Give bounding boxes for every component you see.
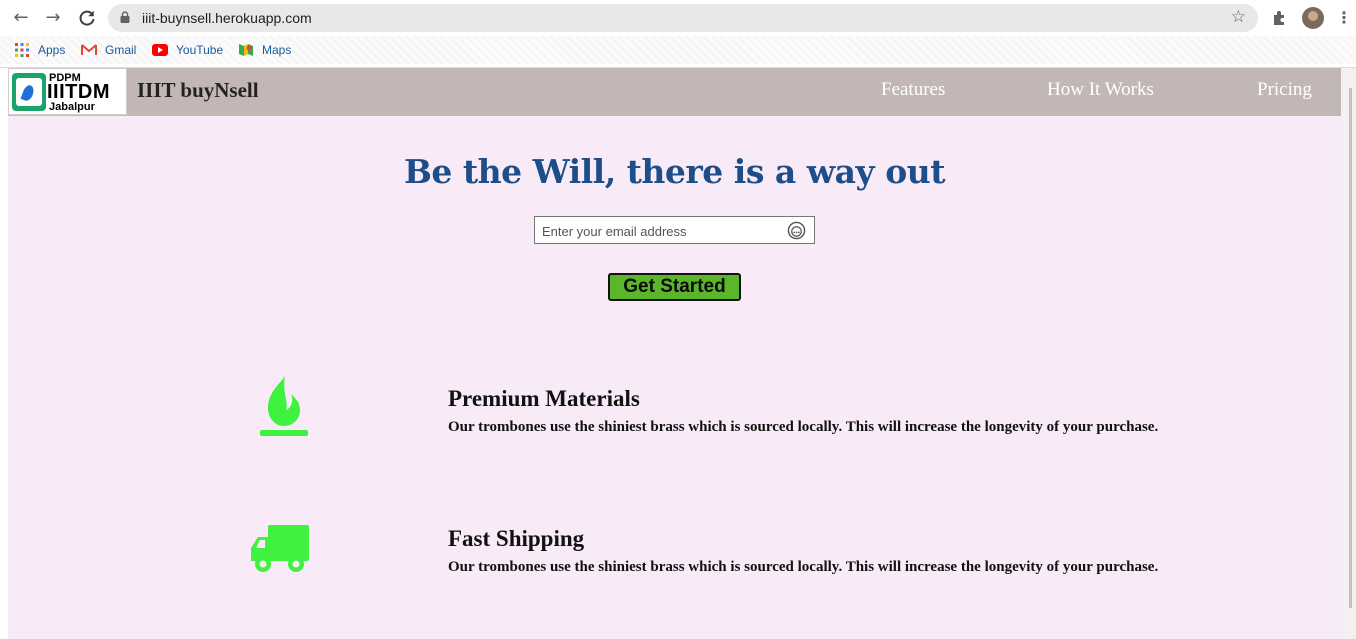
get-started-button[interactable]: Get Started <box>608 273 741 301</box>
bookmark-star-icon[interactable]: ☆ <box>1231 7 1246 27</box>
feature-desc: Our trombones use the shiniest brass whi… <box>448 559 1159 575</box>
apps-grid-icon <box>15 43 29 57</box>
truck-icon <box>251 525 309 572</box>
autofill-icon[interactable] <box>787 221 806 240</box>
scrollbar-thumb[interactable] <box>1349 88 1352 608</box>
bookmarks-bar: Apps Gmail YouTube Maps <box>0 36 1356 64</box>
page-viewport: PDPM IIITDM Jabalpur IIIT buyNsell Featu… <box>8 68 1341 639</box>
bookmark-youtube[interactable]: YouTube <box>152 41 223 59</box>
back-arrow-icon[interactable]: ← <box>10 7 32 29</box>
address-bar[interactable]: iiit-buynsell.herokuapp.com ☆ <box>108 4 1258 32</box>
feature-desc: Our trombones use the shiniest brass whi… <box>448 419 1159 435</box>
email-input[interactable] <box>540 218 784 244</box>
gmail-icon <box>81 44 97 55</box>
site-header: PDPM IIITDM Jabalpur IIIT buyNsell Featu… <box>8 68 1341 116</box>
profile-avatar[interactable] <box>1302 7 1324 29</box>
bookmark-label: Maps <box>262 43 292 57</box>
maps-icon <box>239 44 253 56</box>
lock-icon <box>120 11 130 23</box>
forward-arrow-icon[interactable]: → <box>42 7 64 29</box>
menu-kebab-icon[interactable]: ⋮ <box>1336 8 1352 27</box>
reload-icon[interactable] <box>76 7 98 29</box>
site-brand: IIIT buyNsell <box>137 78 259 102</box>
nav-link-pricing[interactable]: Pricing <box>1257 79 1312 101</box>
bookmark-apps[interactable]: Apps <box>14 41 65 59</box>
bookmark-label: Gmail <box>105 43 137 57</box>
bookmark-label: Apps <box>38 43 66 57</box>
feature-title: Fast Shipping <box>448 526 585 551</box>
bookmark-maps[interactable]: Maps <box>238 41 291 59</box>
feature-title: Premium Materials <box>448 386 640 411</box>
logo-mark-icon <box>12 73 46 111</box>
email-field[interactable] <box>534 216 815 244</box>
fire-icon <box>260 376 308 436</box>
url-text: iiit-buynsell.herokuapp.com <box>142 10 312 26</box>
extensions-puzzle-icon[interactable] <box>1271 9 1289 27</box>
nav-link-features[interactable]: Features <box>881 79 945 101</box>
browser-toolbar: ← → iiit-buynsell.herokuapp.com ☆ ⋮ <box>0 0 1356 36</box>
hero-title: Be the Will, there is a way out <box>404 152 945 191</box>
youtube-icon <box>152 44 168 56</box>
bookmark-gmail[interactable]: Gmail <box>81 41 136 59</box>
bookmark-label: YouTube <box>176 43 224 57</box>
logo-line3: Jabalpur <box>49 101 95 113</box>
site-logo[interactable]: PDPM IIITDM Jabalpur <box>8 68 127 115</box>
nav-link-how-it-works[interactable]: How It Works <box>1047 79 1154 101</box>
